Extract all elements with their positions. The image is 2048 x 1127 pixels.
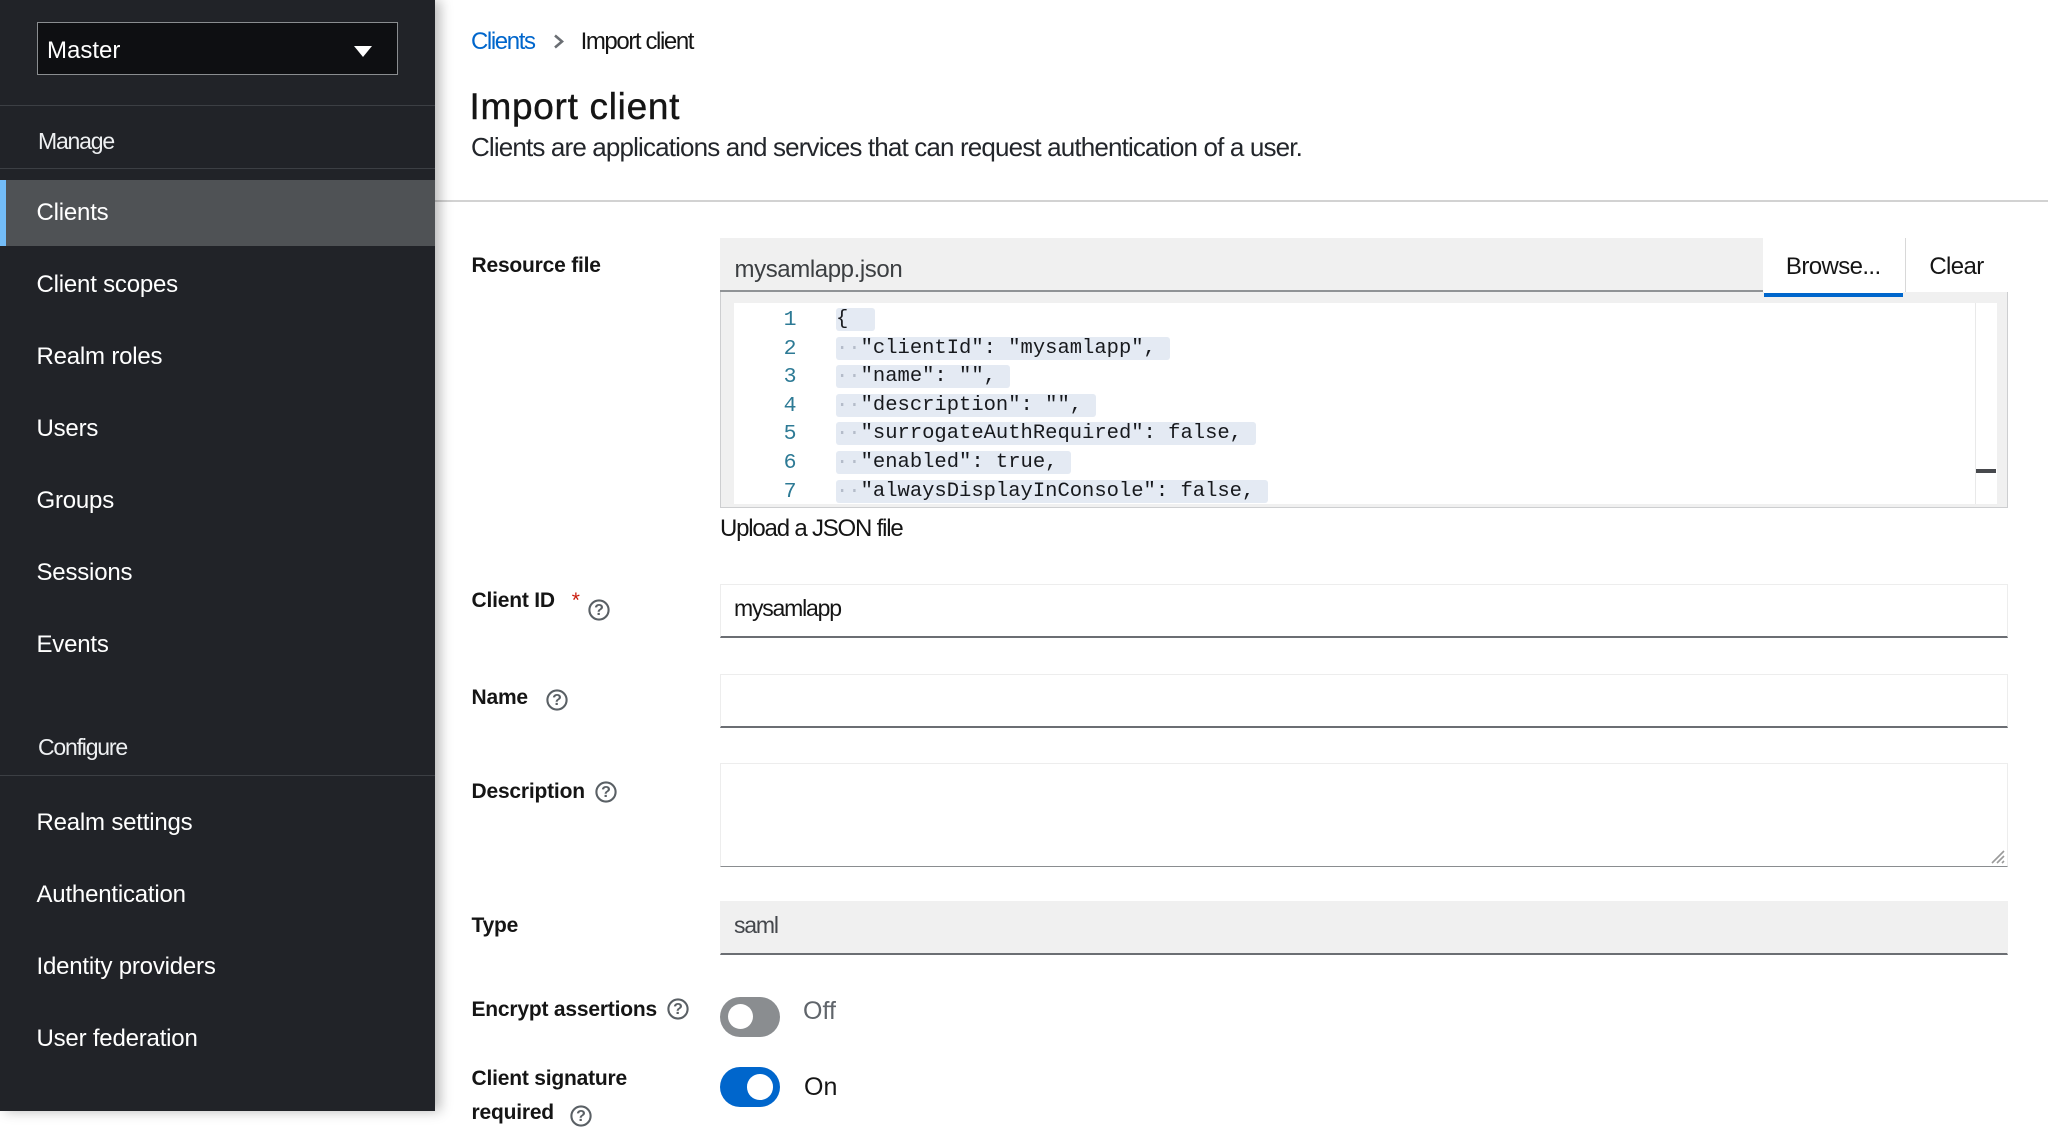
svg-text:?: ? <box>601 784 611 801</box>
svg-text:?: ? <box>594 602 604 619</box>
svg-text:?: ? <box>552 692 562 709</box>
svg-text:?: ? <box>576 1108 586 1125</box>
svg-text:?: ? <box>673 1001 683 1018</box>
